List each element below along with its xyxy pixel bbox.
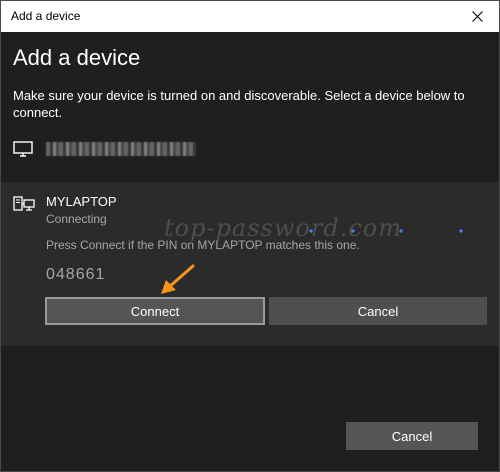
monitor-icon [13, 141, 33, 162]
instructions-text: Make sure your device is turned on and d… [13, 88, 465, 120]
close-icon[interactable] [455, 1, 499, 32]
add-device-dialog: Add a device Add a device Make sure your… [0, 0, 500, 472]
title-bar: Add a device [1, 1, 499, 32]
connect-button[interactable]: Connect [45, 297, 265, 325]
window-title: Add a device [11, 9, 81, 23]
pin-instructions: Press Connect if the PIN on MYLAPTOP mat… [46, 238, 360, 252]
device-list-item-selected[interactable]: MYLAPTOP Connecting top-password.com Pre… [1, 182, 499, 346]
cancel-button[interactable]: Cancel [346, 422, 478, 450]
blurred-device-name [46, 142, 196, 156]
device-list-item[interactable] [1, 131, 499, 171]
pointer-arrow-icon [157, 263, 197, 302]
pin-code: 048661 [46, 266, 106, 283]
cancel-pairing-button[interactable]: Cancel [269, 297, 487, 325]
page-title: Add a device [13, 45, 141, 70]
